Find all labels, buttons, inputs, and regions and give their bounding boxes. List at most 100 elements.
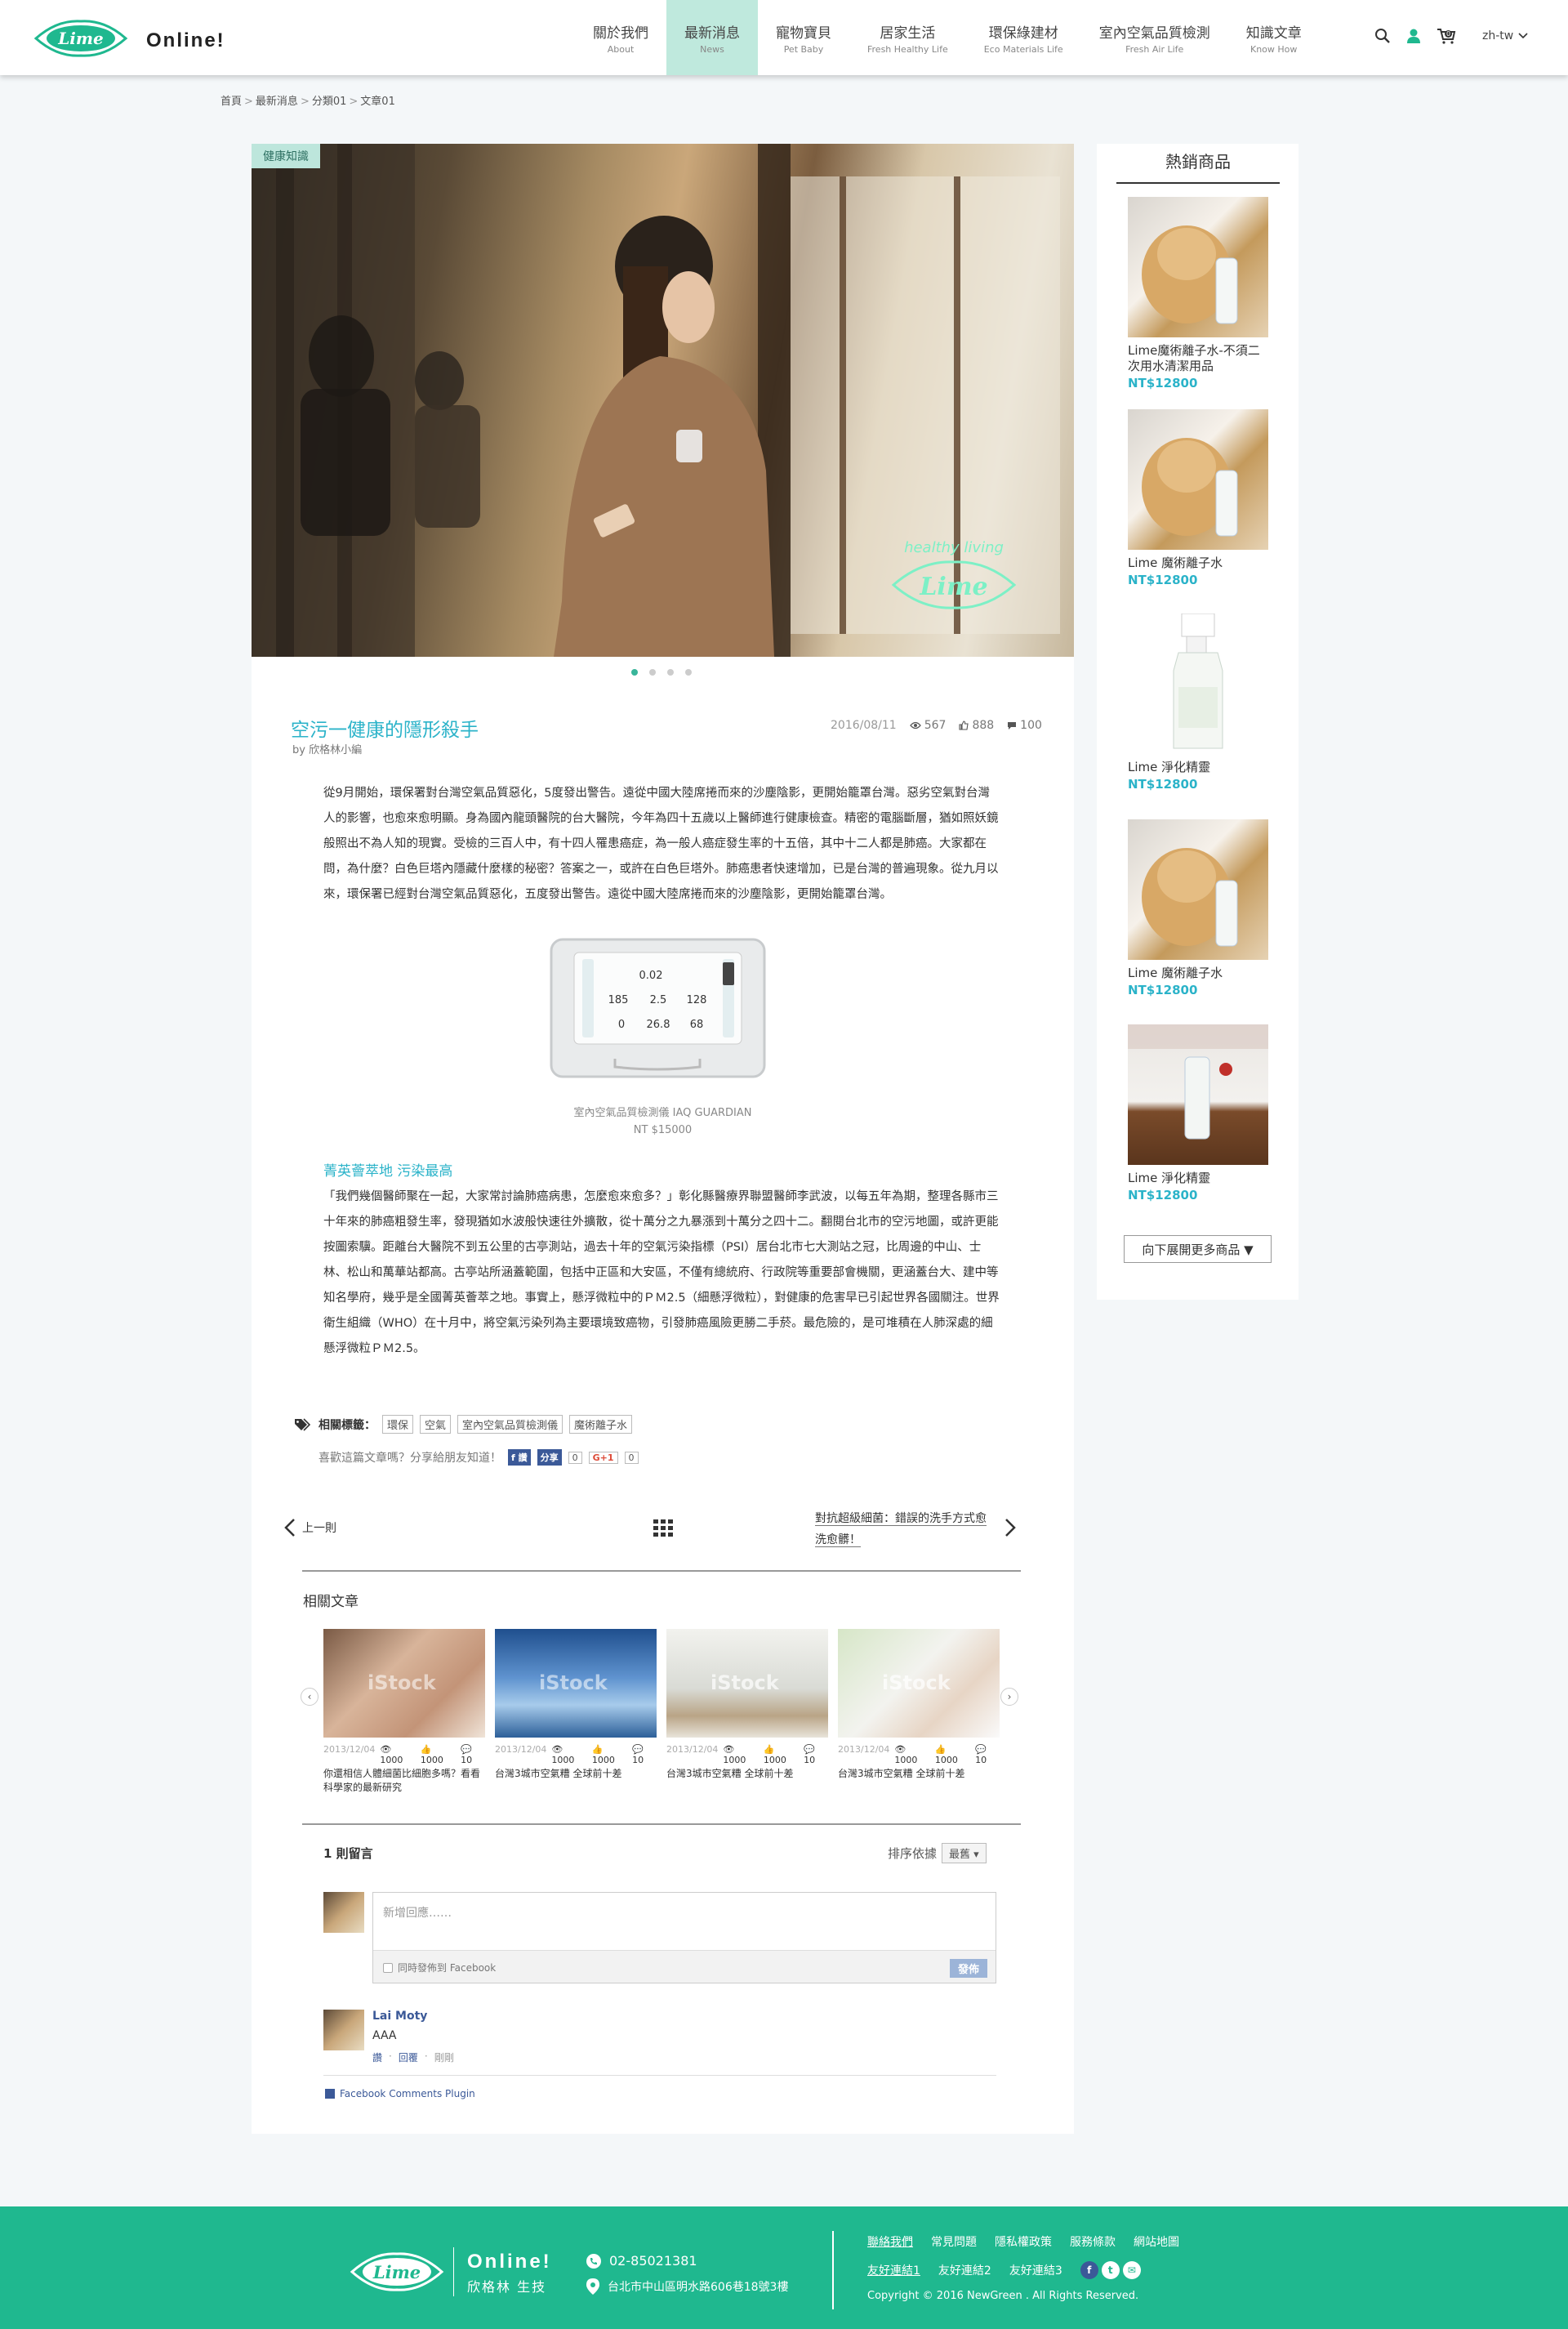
footer-link-faq[interactable]: 常見問題 [931, 2233, 977, 2250]
comment-reply-link[interactable]: 回覆 [399, 2050, 418, 2064]
brand-name[interactable]: Online! [146, 29, 225, 52]
email-icon[interactable]: ✉ [1122, 2261, 1141, 2279]
lime-logo[interactable]: Lime [350, 2249, 444, 2295]
product-price: NT$12800 [1128, 777, 1198, 792]
language-selector[interactable]: zh-tw [1482, 29, 1528, 42]
next-article-link[interactable]: 對抗超級細菌：錯誤的洗手方式愈洗愈髒！ [815, 1508, 993, 1550]
nav-eco-materials[interactable]: 環保綠建材 Eco Materials Life [966, 0, 1081, 75]
article-pager: 上一則 對抗超級細菌：錯誤的洗手方式愈洗愈髒！ [284, 1508, 1042, 1549]
product-image [1128, 1024, 1268, 1165]
related-article-meta: 2013/12/04 👁 1000 👍 1000 💬 10 [495, 1744, 644, 1765]
product-card[interactable]: Lime 魔術離子水 NT$12800 [1128, 409, 1268, 587]
tag-link[interactable]: 空氣 [420, 1415, 452, 1434]
post-comment-button[interactable]: 發佈 [949, 1959, 987, 1978]
prev-article-link[interactable]: 上一則 [284, 1518, 336, 1537]
product-image [1128, 197, 1268, 337]
related-article-title: 你還相信人體細菌比細胞多嗎？看看科學家的最新研究 [323, 1768, 481, 1793]
footer-link-contact[interactable]: 聯絡我們 [867, 2233, 913, 2250]
related-article-card[interactable]: iStock 2013/12/04 👁 1000 👍 1000 💬 10 台灣3城市空… [666, 1629, 828, 1781]
spray-bottle-photo [1173, 613, 1223, 749]
footer-link-sitemap[interactable]: 網站地圖 [1134, 2233, 1179, 2250]
facebook-comments-plugin-link[interactable]: Facebook Comments Plugin [325, 2088, 475, 2099]
breadcrumb-current: 文章01 [360, 96, 395, 108]
related-article-card[interactable]: iStock 2013/12/04 👁 1000 👍 1000 💬 10 台灣3城市空… [495, 1629, 657, 1781]
grid-view-icon[interactable] [653, 1519, 673, 1537]
product-name: Lime 淨化精靈 [1128, 760, 1211, 774]
post-to-facebook-checkbox[interactable]: 同時發佈到 Facebook [383, 1961, 496, 1974]
user-icon[interactable] [1405, 28, 1422, 44]
product-card[interactable]: Lime 魔術離子水 NT$12800 [1128, 819, 1268, 997]
divider [832, 2231, 834, 2309]
tag-link[interactable]: 魔術離子水 [569, 1415, 633, 1434]
footer-brand: Online! [467, 2251, 552, 2273]
svg-text:185: 185 [608, 994, 629, 1006]
breadcrumb-home[interactable]: 首頁 [220, 96, 242, 108]
hot-products-sidebar: 熱銷商品 Lime魔術離子水-不須二次用水清潔用品 NT$12800 Lime … [1097, 144, 1298, 1300]
chevron-right-icon[interactable] [1004, 1518, 1016, 1537]
related-article-title: 台灣3城市空氣糟 全球前十差 [495, 1768, 622, 1779]
commenter-avatar[interactable] [323, 2010, 364, 2050]
divider [302, 1570, 1021, 1572]
carousel-prev-button[interactable]: ‹ [301, 1688, 318, 1706]
comment-count: 1 則留言 [323, 1846, 373, 1861]
footer-friend-link[interactable]: 友好連結1 [867, 2262, 920, 2278]
related-article-card[interactable]: iStock 2013/12/04 👁 1000 👍 1000 💬 10 台灣3城市空… [838, 1629, 1000, 1781]
category-badge: 健康知識 [252, 144, 320, 168]
slider-dot[interactable] [649, 669, 656, 676]
commenter-name[interactable]: Lai Moty [372, 2010, 427, 2023]
related-article-card[interactable]: iStock 2013/12/04 👁 1000 👍 1000 💬 10 你還相信人體… [323, 1629, 485, 1795]
comment-input[interactable]: 新增回應…… [383, 1904, 452, 1921]
facebook-share-button[interactable]: 分享 [537, 1449, 562, 1466]
slider-dots [631, 669, 692, 676]
product-image [1128, 409, 1268, 550]
slider-dot[interactable] [667, 669, 674, 676]
hero-slider-image[interactable]: 健康知識 healthy living Lime [252, 144, 1074, 657]
footer-friend-link[interactable]: 友好連結2 [938, 2262, 991, 2278]
footer-friend-links: 友好連結1 友好連結2 友好連結3 f t ✉ [867, 2261, 1141, 2279]
twitter-icon[interactable]: t [1101, 2261, 1120, 2279]
nav-news[interactable]: 最新消息 News [666, 0, 758, 75]
nav-about[interactable]: 關於我們 About [575, 0, 666, 75]
nav-pet-baby[interactable]: 寵物寶貝 Pet Baby [758, 0, 849, 75]
lime-logo[interactable]: Lime [33, 16, 129, 60]
sort-select[interactable]: 最舊 ▾ [942, 1843, 987, 1863]
facebook-share-count: 0 [568, 1451, 582, 1464]
dog-product-photo [1142, 848, 1238, 947]
google-plus-button[interactable]: G+1 [588, 1451, 618, 1464]
comment-sort: 排序依據 最舊 ▾ [888, 1843, 987, 1863]
comment-actions: 讚 · 回覆 · 剛剛 [372, 2050, 454, 2064]
nav-know-how[interactable]: 知識文章 Know How [1228, 0, 1320, 75]
divider [323, 2075, 996, 2076]
iaq-guardian-device-image: 0.02 185 2.5 128 0 26.8 68 [550, 938, 766, 1078]
tag-link[interactable]: 環保 [382, 1415, 414, 1434]
breadcrumb-news[interactable]: 最新消息 [256, 96, 298, 108]
product-price: NT$12800 [1128, 1188, 1198, 1202]
footer-link-terms[interactable]: 服務條款 [1070, 2233, 1116, 2250]
facebook-like-button[interactable]: f 讚 [508, 1449, 531, 1466]
slider-dot[interactable] [685, 669, 692, 676]
chevron-down-icon [1518, 33, 1528, 39]
main-nav: 關於我們 About 最新消息 News 寵物寶貝 Pet Baby 居家生活 Fres… [575, 0, 1320, 75]
search-icon[interactable] [1374, 28, 1391, 44]
comment-like-link[interactable]: 讚 [372, 2050, 382, 2064]
comment-text: AAA [372, 2029, 397, 2042]
footer-friend-link[interactable]: 友好連結3 [1009, 2262, 1062, 2278]
tag-link[interactable]: 室內空氣品質檢測儀 [457, 1415, 564, 1434]
nav-fresh-air[interactable]: 室內空氣品質檢測 Fresh Air Life [1081, 0, 1228, 75]
load-more-products-button[interactable]: 向下展開更多商品 ▼ [1124, 1235, 1272, 1263]
facebook-icon[interactable]: f [1080, 2261, 1098, 2279]
nav-fresh-healthy-life[interactable]: 居家生活 Fresh Healthy Life [849, 0, 966, 75]
carousel-next-button[interactable]: › [1000, 1688, 1018, 1706]
product-card[interactable]: Lime 淨化精靈 NT$12800 [1128, 1024, 1268, 1202]
breadcrumb-category[interactable]: 分類01 [312, 96, 347, 108]
footer-link-privacy[interactable]: 隱私權政策 [995, 2233, 1052, 2250]
product-price: NT$12800 [1128, 983, 1198, 997]
product-card[interactable]: Lime 淨化精靈 NT$12800 [1128, 613, 1268, 792]
article-subheading: 菁英薈萃地 污染最高 [323, 1163, 453, 1180]
copyright: Copyright © 2016 NewGreen . All Rights R… [867, 2290, 1139, 2302]
product-card[interactable]: Lime魔術離子水-不須二次用水清潔用品 NT$12800 [1128, 197, 1268, 390]
svg-text:0: 0 [618, 1019, 625, 1031]
slider-dot[interactable] [631, 669, 638, 676]
article-author: by 欣格林小編 [292, 744, 363, 756]
cart-button[interactable]: 0 [1437, 28, 1456, 44]
